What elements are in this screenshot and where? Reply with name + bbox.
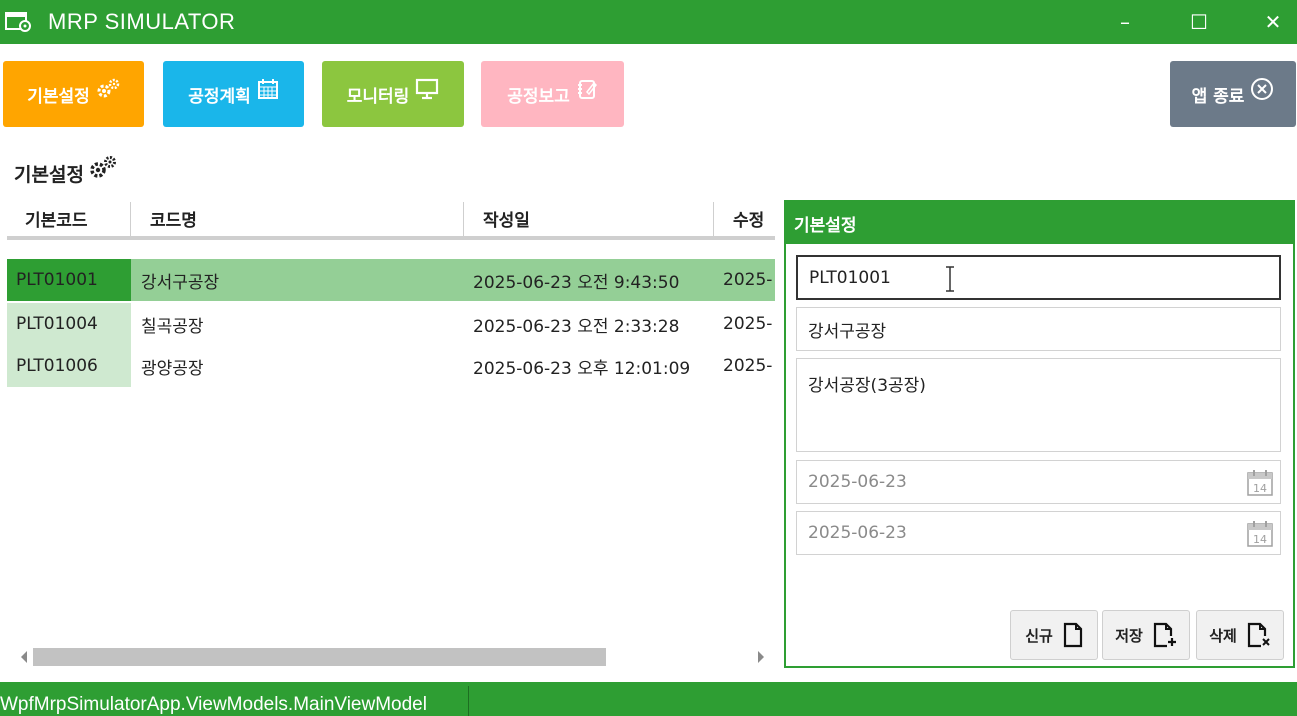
column-divider[interactable] xyxy=(463,202,464,236)
gears-icon xyxy=(90,156,116,178)
cell-modified: 2025- xyxy=(723,314,773,334)
cell-modified: 2025- xyxy=(723,270,773,290)
detail-panel-title: 기본설정 xyxy=(786,202,1293,244)
process-plan-button[interactable]: 공정계획 xyxy=(163,61,304,127)
minimize-button[interactable]: – xyxy=(1100,0,1150,44)
status-text: WpfMrpSimulatorApp.ViewModels.MainViewMo… xyxy=(0,694,427,715)
save-button-label: 저장 xyxy=(1115,626,1143,645)
notebook-icon xyxy=(577,80,597,99)
cell-name: 칠곡공장 xyxy=(141,316,204,337)
code-input-value: PLT01001 xyxy=(809,267,891,288)
scrollbar-thumb xyxy=(33,648,606,666)
calendar-day-text: 14 xyxy=(1253,533,1267,546)
cell-code: PLT01006 xyxy=(7,345,131,387)
column-divider[interactable] xyxy=(130,202,131,236)
gears-icon xyxy=(97,78,120,98)
maximize-icon: ☐ xyxy=(1190,10,1208,34)
process-plan-label: 공정계획 xyxy=(188,86,251,107)
created-date-picker[interactable]: 2025-06-23 14 xyxy=(796,460,1281,504)
column-divider[interactable] xyxy=(713,202,714,236)
column-header-name[interactable]: 코드명 xyxy=(136,200,197,236)
scroll-left-icon xyxy=(21,651,27,663)
basic-settings-button[interactable]: 기본설정 xyxy=(3,61,144,127)
description-value: 강서공장(3공장) xyxy=(808,376,926,396)
maximize-button[interactable]: ☐ xyxy=(1174,0,1224,44)
exit-app-label: 앱 종료 xyxy=(1191,86,1245,107)
calendar-day-text: 14 xyxy=(1253,482,1267,495)
data-grid[interactable]: 기본코드 코드명 작성일 수정 PLT01001 강서구공장 2025-06-2… xyxy=(7,200,775,640)
column-header-modified[interactable]: 수정 xyxy=(719,200,764,236)
new-file-icon xyxy=(1063,622,1082,648)
calendar-icon[interactable]: 14 xyxy=(1246,520,1274,553)
grid-header: 기본코드 코드명 작성일 수정 xyxy=(7,200,775,240)
description-textarea[interactable]: 강서공장(3공장) xyxy=(796,358,1281,452)
detail-panel: 기본설정 PLT01001 강서구공장 강서공장(3공장) 2025-06-23… xyxy=(784,200,1295,668)
close-button[interactable]: ✕ xyxy=(1248,0,1297,44)
delete-button[interactable]: 삭제 xyxy=(1196,610,1284,660)
close-icon: ✕ xyxy=(1264,10,1282,34)
status-divider xyxy=(468,686,469,716)
new-button[interactable]: 신규 xyxy=(1010,610,1098,660)
code-input[interactable]: PLT01001 xyxy=(796,255,1281,300)
cell-code: PLT01001 xyxy=(7,259,131,301)
monitor-icon xyxy=(416,78,439,100)
cell-created: 2025-06-23 오후 12:01:09 xyxy=(473,358,691,379)
new-button-label: 신규 xyxy=(1025,626,1053,645)
modified-date-picker[interactable]: 2025-06-23 14 xyxy=(796,511,1281,555)
table-row[interactable]: PLT01001 강서구공장 2025-06-23 오전 9:43:50 202… xyxy=(7,259,775,301)
cell-modified: 2025- xyxy=(723,356,773,376)
name-input[interactable]: 강서구공장 xyxy=(796,307,1281,351)
monitoring-button[interactable]: 모니터링 xyxy=(322,61,464,127)
cell-created: 2025-06-23 오전 9:43:50 xyxy=(473,272,680,293)
calendar-icon xyxy=(257,79,278,99)
monitoring-label: 모니터링 xyxy=(346,86,410,107)
file-add-icon xyxy=(1153,622,1176,648)
process-report-button[interactable]: 공정보고 xyxy=(481,61,624,127)
page-title-text: 기본설정 xyxy=(14,164,84,186)
app-icon xyxy=(4,10,34,34)
column-header-created[interactable]: 작성일 xyxy=(469,200,530,236)
close-circle-icon xyxy=(1251,78,1274,100)
column-header-code[interactable]: 기본코드 xyxy=(11,200,88,236)
table-row[interactable]: PLT01004 칠곡공장 2025-06-23 오전 2:33:28 2025… xyxy=(7,303,775,345)
window-title: MRP SIMULATOR xyxy=(48,9,236,34)
calendar-icon[interactable]: 14 xyxy=(1246,469,1274,502)
cell-name: 강서구공장 xyxy=(141,272,220,293)
table-row[interactable]: PLT01006 광양공장 2025-06-23 오후 12:01:09 202… xyxy=(7,345,775,387)
page-title: 기본설정 xyxy=(14,155,116,187)
horizontal-scrollbar[interactable] xyxy=(7,644,775,670)
cell-name: 광양공장 xyxy=(141,358,204,379)
cell-created: 2025-06-23 오전 2:33:28 xyxy=(473,316,680,337)
file-delete-icon xyxy=(1247,622,1270,648)
scroll-right-icon xyxy=(758,651,764,663)
process-report-label: 공정보고 xyxy=(507,86,570,107)
delete-button-label: 삭제 xyxy=(1209,626,1237,645)
modified-date-value: 2025-06-23 xyxy=(808,523,907,543)
status-bar: WpfMrpSimulatorApp.ViewModels.MainViewMo… xyxy=(0,682,1297,716)
basic-settings-label: 기본설정 xyxy=(27,86,90,107)
save-button[interactable]: 저장 xyxy=(1102,610,1190,660)
exit-app-button[interactable]: 앱 종료 xyxy=(1170,61,1296,127)
text-cursor-icon xyxy=(946,266,954,292)
created-date-value: 2025-06-23 xyxy=(808,472,907,492)
cell-code: PLT01004 xyxy=(7,303,131,345)
minimize-icon: – xyxy=(1120,10,1130,34)
name-input-value: 강서구공장 xyxy=(808,321,887,342)
